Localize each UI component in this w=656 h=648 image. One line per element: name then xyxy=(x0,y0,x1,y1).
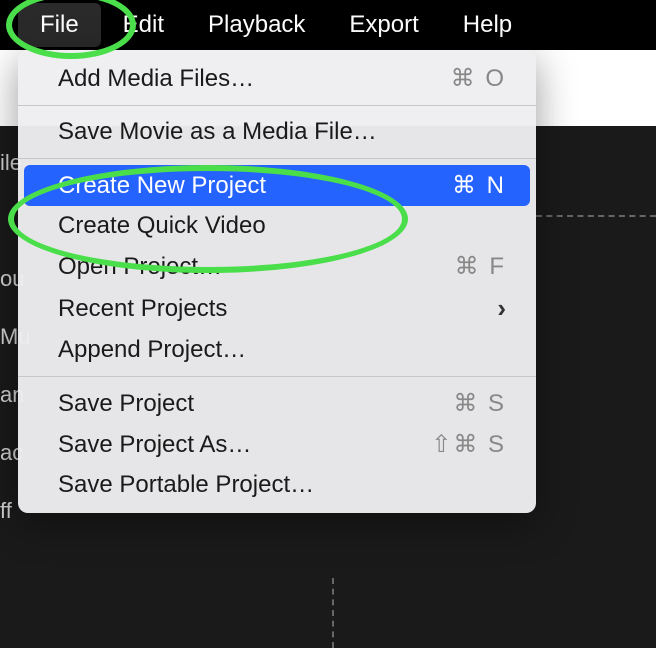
menuitem-create-quick-video[interactable]: Create Quick Video xyxy=(24,206,530,246)
menu-separator xyxy=(18,105,536,106)
menuitem-label: Recent Projects xyxy=(58,295,227,323)
file-dropdown: Add Media Files… ⌘ O Save Movie as a Med… xyxy=(18,50,536,513)
menu-help[interactable]: Help xyxy=(441,3,534,47)
menuitem-recent-projects[interactable]: Recent Projects › xyxy=(24,287,530,330)
menuitem-shortcut: ⌘ S xyxy=(453,389,506,418)
menu-file[interactable]: File xyxy=(18,3,101,47)
menuitem-label: Save Project As… xyxy=(58,431,251,459)
menuitem-create-new-project[interactable]: Create New Project ⌘ N xyxy=(24,165,530,206)
menuitem-label: Save Portable Project… xyxy=(58,471,314,499)
menu-separator xyxy=(18,376,536,377)
menuitem-label: Save Movie as a Media File… xyxy=(58,118,377,146)
menu-edit[interactable]: Edit xyxy=(101,3,186,47)
menuitem-shortcut: ⌘ N xyxy=(452,171,506,200)
menuitem-label: Save Project xyxy=(58,390,194,418)
menuitem-label: Create New Project xyxy=(58,172,266,200)
menu-playback[interactable]: Playback xyxy=(186,3,327,47)
menuitem-save-project[interactable]: Save Project ⌘ S xyxy=(24,383,530,424)
menuitem-label: Open Project… xyxy=(58,253,222,281)
menuitem-shortcut: ⌘ O xyxy=(451,64,506,93)
bg-label: ff xyxy=(0,498,12,524)
menuitem-save-movie-as-media-file[interactable]: Save Movie as a Media File… xyxy=(24,112,530,152)
menuitem-add-media-files[interactable]: Add Media Files… ⌘ O xyxy=(24,58,530,99)
menuitem-label: Append Project… xyxy=(58,336,246,364)
menuitem-label: Add Media Files… xyxy=(58,65,254,93)
menuitem-shortcut: ⇧⌘ S xyxy=(431,430,506,459)
menuitem-save-project-as[interactable]: Save Project As… ⇧⌘ S xyxy=(24,424,530,465)
bg-dashed-horizontal xyxy=(536,215,656,217)
menuitem-append-project[interactable]: Append Project… xyxy=(24,330,530,370)
menuitem-open-project[interactable]: Open Project… ⌘ F xyxy=(24,246,530,287)
menuitem-shortcut: ⌘ F xyxy=(455,252,506,281)
menu-separator xyxy=(18,158,536,159)
menuitem-save-portable-project[interactable]: Save Portable Project… xyxy=(24,465,530,505)
menuitem-label: Create Quick Video xyxy=(58,212,266,240)
chevron-right-icon: › xyxy=(497,293,506,324)
menu-export[interactable]: Export xyxy=(327,3,440,47)
menubar: File Edit Playback Export Help xyxy=(0,0,656,50)
bg-dashed-vertical xyxy=(332,578,334,648)
